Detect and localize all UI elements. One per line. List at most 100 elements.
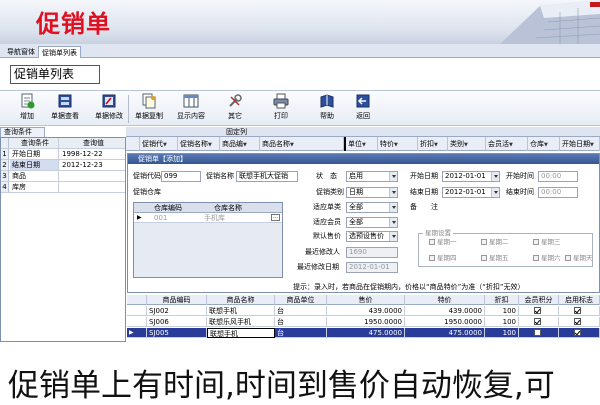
chevron-down-icon[interactable] — [389, 172, 397, 181]
col-header[interactable]: 折扣▼ — [418, 137, 448, 151]
display-content-label: 显示内容 — [177, 112, 205, 120]
enabled-checkbox[interactable] — [574, 318, 581, 325]
toolbar: 增加 单据查看 单据修改 单据复制 显示内容 其它 打印 帮助 返回 — [0, 90, 600, 126]
return-label: 返回 — [356, 112, 370, 120]
store-label: 促销仓库 — [133, 188, 161, 196]
weekday-checkbox[interactable]: 星期一 — [429, 238, 457, 247]
goods-type-label: 适应单类 — [313, 203, 341, 211]
copy-doc-button[interactable]: 单据复制 — [126, 93, 172, 125]
col-header[interactable]: 仓库▼ — [528, 137, 560, 151]
enabled-checkbox[interactable] — [574, 329, 581, 336]
items-col-price: 售价 — [327, 295, 405, 305]
member-select[interactable]: 全部 — [346, 217, 398, 228]
weekday-checkbox[interactable]: 星期天 — [565, 254, 593, 263]
price-label: 默认售价 — [313, 232, 341, 240]
modifier-label: 最近修改人 — [305, 248, 340, 256]
print-button[interactable]: 打印 — [258, 93, 304, 125]
query-row[interactable]: 2 结束日期 2012-12-23 — [1, 160, 125, 171]
tools-icon — [229, 94, 242, 107]
weekday-settings: 星期设置 星期一 星期二 星期三 星期四 星期五 星期六 星期天 — [418, 229, 593, 267]
chevron-down-icon[interactable] — [389, 188, 397, 197]
query-header-row: 查询条件 查询值 — [1, 138, 125, 149]
warehouse-row[interactable]: ▶ 001 手机库 ... — [134, 213, 282, 223]
modified-date-field: 2012-01-01 — [346, 262, 398, 273]
chevron-down-icon[interactable] — [491, 188, 499, 197]
items-col-code: 商品编码 — [147, 295, 207, 305]
col-header[interactable]: 特价▼ — [378, 137, 418, 151]
chevron-down-icon[interactable] — [389, 218, 397, 227]
col-header[interactable]: 促销名称▼ — [178, 137, 220, 151]
type-label: 促销类别 — [316, 188, 344, 196]
banner-title: 促销单 — [36, 10, 111, 38]
enabled-checkbox[interactable] — [574, 307, 581, 314]
points-checkbox[interactable] — [534, 318, 541, 325]
weekday-checkbox[interactable]: 星期三 — [533, 238, 561, 247]
state-select[interactable]: 启用 — [346, 171, 398, 182]
col-header[interactable]: 类别▼ — [448, 137, 486, 151]
print-label: 打印 — [274, 112, 288, 120]
col-header[interactable]: 单位▼ — [344, 137, 378, 151]
weekday-checkbox[interactable]: 星期六 — [533, 254, 561, 263]
dialog-title: 促销单【添加】 — [128, 154, 599, 164]
columns-icon — [183, 94, 199, 108]
end-date-label: 结束日期 — [410, 188, 438, 196]
weekday-checkbox[interactable]: 星期二 — [481, 238, 509, 247]
goods-type-select[interactable]: 全部 — [346, 202, 398, 213]
promotion-dialog: 促销单【添加】 促销代码 099 促销名称 联想手机大促销 状 态 启用 开始日… — [127, 153, 600, 293]
col-header[interactable]: 促销代▼ — [140, 137, 178, 151]
tab-promotion-list[interactable]: 促销单列表 — [38, 46, 81, 58]
chevron-down-icon[interactable] — [389, 232, 397, 241]
query-row[interactable]: 1 开始日期 1998-12-22 — [1, 149, 125, 160]
table-row[interactable]: SJ002 联想手机 台 439.0000 439.0000 100 — [127, 306, 600, 316]
row-pointer-icon: ▶ — [127, 328, 147, 338]
return-icon — [356, 94, 370, 108]
end-time-field[interactable]: 00:00 — [538, 187, 578, 198]
query-tab[interactable]: 查询条件 — [0, 127, 45, 137]
help-book-icon — [320, 94, 334, 108]
building-graphic — [500, 0, 600, 44]
hint-text: 提示：录入时，若商品在促销期内，价格以“商品特价”为准（“折扣”无效） — [293, 283, 525, 291]
start-date-field[interactable]: 2012-01-01 — [442, 171, 500, 182]
start-time-label: 开始时间 — [506, 172, 534, 180]
col-header[interactable]: 商品编▼ — [220, 137, 260, 151]
col-header[interactable]: 开始日期▼ — [560, 137, 600, 151]
table-row[interactable]: SJ006 联想乐风手机 台 1950.0000 1950.0000 100 — [127, 317, 600, 327]
chevron-down-icon[interactable] — [491, 172, 499, 181]
col-header[interactable]: 会员活▼ — [486, 137, 528, 151]
weekday-checkbox[interactable]: 星期五 — [481, 254, 509, 263]
price-select[interactable]: 选预设售价 — [346, 231, 398, 242]
items-col-discount: 折扣 — [485, 295, 519, 305]
end-time-label: 结束时间 — [506, 188, 534, 196]
view-doc-button[interactable]: 单据查看 — [42, 93, 88, 125]
items-col-enabled: 启用标志 — [559, 295, 600, 305]
type-select[interactable]: 日期 — [346, 187, 398, 198]
code-field[interactable]: 099 — [161, 171, 201, 182]
ellipsis-button[interactable]: ... — [271, 214, 280, 221]
tab-navigation[interactable]: 导航窗体 — [4, 46, 38, 58]
items-col-points: 会员积分 — [519, 295, 559, 305]
copy-doc-icon — [142, 93, 156, 109]
end-date-field[interactable]: 2012-01-01 — [442, 187, 500, 198]
other-label: 其它 — [228, 112, 242, 120]
name-field[interactable]: 联想手机大促销 — [236, 171, 298, 182]
query-row[interactable]: 4 库房 — [1, 182, 125, 193]
copy-doc-label: 单据复制 — [135, 112, 163, 120]
chevron-down-icon[interactable] — [389, 203, 397, 212]
table-row-selected[interactable]: ▶ SJ005 联想手机 台 475.0000 475.0000 100 — [127, 328, 600, 338]
items-header: 商品编码 商品名称 商品单位 售价 特价 折扣 会员积分 启用标志 — [127, 295, 600, 305]
other-button[interactable]: 其它 — [212, 93, 258, 125]
items-col-name: 商品名称 — [207, 295, 275, 305]
add-doc-icon — [21, 93, 35, 109]
points-checkbox[interactable] — [534, 329, 541, 336]
points-checkbox[interactable] — [534, 307, 541, 314]
start-time-field[interactable]: 00:00 — [538, 171, 578, 182]
query-col-value: 查询值 — [83, 139, 104, 147]
query-row[interactable]: 3 商品 — [1, 171, 125, 182]
page-title: 促销单列表 — [10, 65, 100, 84]
return-button[interactable]: 返回 — [340, 93, 386, 125]
col-header[interactable]: 商品名称▼ — [260, 137, 344, 151]
row-pointer-icon: ▶ — [137, 214, 142, 221]
display-content-button[interactable]: 显示内容 — [168, 93, 214, 125]
fixed-column-label: 固定列 — [226, 128, 247, 136]
weekday-checkbox[interactable]: 星期四 — [429, 254, 457, 263]
